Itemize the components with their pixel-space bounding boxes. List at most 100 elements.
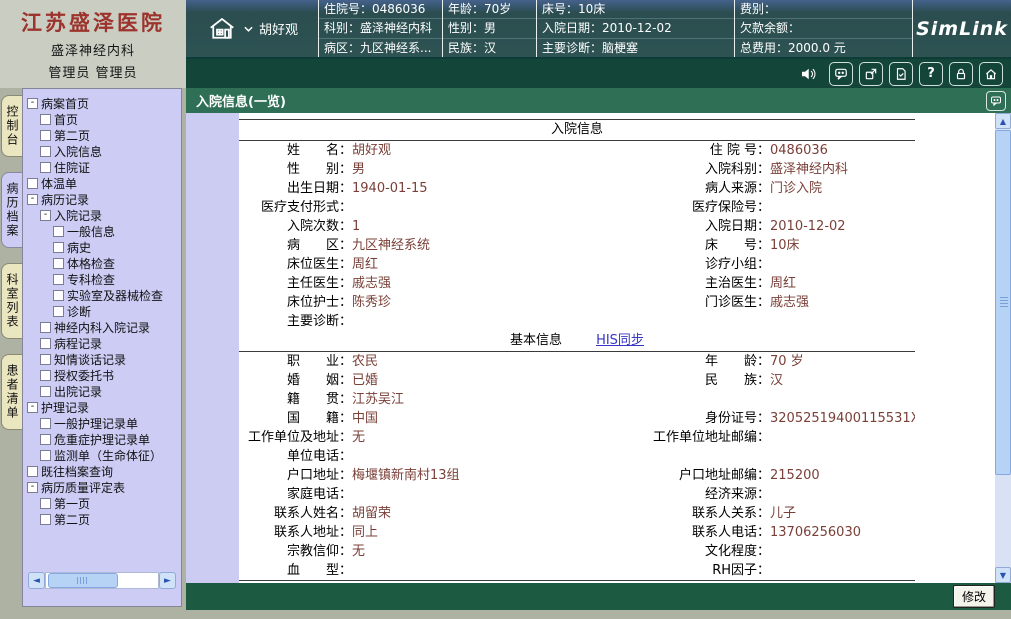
- tree-item[interactable]: -病案首页: [25, 95, 179, 111]
- tree-item[interactable]: -病历质量评定表: [25, 479, 179, 495]
- modify-button[interactable]: 修改: [953, 585, 995, 608]
- external-window-icon[interactable]: [859, 62, 883, 86]
- tree-item[interactable]: 首页: [25, 111, 179, 127]
- tree-item-label: 危重症护理记录单: [54, 431, 150, 448]
- checkbox-icon[interactable]: [40, 130, 51, 141]
- field-label: 诊疗小组：: [577, 255, 770, 274]
- form-cell-left: 工作单位及地址：无: [239, 428, 577, 447]
- checkbox-icon[interactable]: [40, 354, 51, 365]
- checkbox-icon[interactable]: [40, 114, 51, 125]
- chat-icon[interactable]: [829, 62, 853, 86]
- home-icon[interactable]: [979, 62, 1003, 86]
- sidebar-tab-3[interactable]: 科室列表: [1, 263, 22, 339]
- form-cell-right: [577, 390, 915, 409]
- tree-item[interactable]: 知情谈话记录: [25, 351, 179, 367]
- tree-item[interactable]: 体温单: [25, 175, 179, 191]
- patient-info-field: 住院号：0486036: [319, 0, 442, 18]
- checkbox-icon[interactable]: [53, 290, 64, 301]
- scroll-right-button[interactable]: ►: [159, 572, 176, 589]
- lock-icon[interactable]: [949, 62, 973, 86]
- help-icon[interactable]: ?: [919, 62, 943, 86]
- field-label: 宗教信仰：: [239, 542, 352, 561]
- checkbox-icon[interactable]: [40, 434, 51, 445]
- field-label: 入院日期：: [577, 217, 770, 236]
- form-cell-right: 联系人关系：儿子: [577, 504, 915, 523]
- tree-item[interactable]: 一般信息: [25, 223, 179, 239]
- tree-item[interactable]: -病历记录: [25, 191, 179, 207]
- tree-item[interactable]: 第一页: [25, 495, 179, 511]
- tree-item[interactable]: 第二页: [25, 511, 179, 527]
- tree-item[interactable]: 监测单（生命体征）: [25, 447, 179, 463]
- tree-item-label: 实验室及器械检查: [67, 287, 163, 304]
- checkbox-icon[interactable]: [27, 466, 38, 477]
- collapse-icon[interactable]: -: [27, 402, 38, 413]
- tree-item[interactable]: 第二页: [25, 127, 179, 143]
- scroll-up-button[interactable]: ▲: [995, 113, 1011, 129]
- tree-item[interactable]: 专科检查: [25, 271, 179, 287]
- tree-item[interactable]: 神经内科入院记录: [25, 319, 179, 335]
- field-label: 年 龄：: [577, 352, 770, 371]
- field-value: 门诊入院: [770, 179, 822, 198]
- checkbox-icon[interactable]: [40, 370, 51, 381]
- field-value: 1: [352, 217, 360, 236]
- scrollbar-track[interactable]: [45, 572, 159, 589]
- speaker-icon[interactable]: [797, 63, 819, 85]
- checkbox-icon[interactable]: [40, 162, 51, 173]
- checkbox-icon[interactable]: [53, 274, 64, 285]
- sidebar-tab-1[interactable]: 控制台: [1, 95, 22, 157]
- collapse-icon[interactable]: -: [40, 210, 51, 221]
- tree-item[interactable]: 体格检查: [25, 255, 179, 271]
- form-cell-left: 主任医生：戚志强: [239, 274, 577, 293]
- collapse-icon[interactable]: -: [27, 194, 38, 205]
- checkbox-icon[interactable]: [53, 226, 64, 237]
- sidebar-tab-4[interactable]: 患者清单: [1, 354, 22, 430]
- tree-item[interactable]: 既往档案查询: [25, 463, 179, 479]
- tree-item[interactable]: 一般护理记录单: [25, 415, 179, 431]
- checkbox-icon[interactable]: [27, 178, 38, 189]
- field-label: 单位电话：: [239, 447, 352, 466]
- checkbox-icon[interactable]: [40, 386, 51, 397]
- his-sync-link[interactable]: HIS同步: [596, 331, 644, 351]
- field-value: 农民: [352, 352, 378, 371]
- tree-item[interactable]: -护理记录: [25, 399, 179, 415]
- tree-item[interactable]: 出院记录: [25, 383, 179, 399]
- tree-item[interactable]: -入院记录: [25, 207, 179, 223]
- form-row: 血 型：RH因子：: [239, 561, 915, 580]
- scrollbar-thumb[interactable]: [48, 573, 118, 588]
- checkbox-icon[interactable]: [53, 258, 64, 269]
- home-menu-button[interactable]: 胡好观: [186, 0, 318, 57]
- tree-item[interactable]: 病程记录: [25, 335, 179, 351]
- checkbox-icon[interactable]: [40, 146, 51, 157]
- tree-item-label: 神经内科入院记录: [54, 319, 150, 336]
- form-row: 婚 姻：已婚民 族：汉: [239, 371, 915, 390]
- checkbox-icon[interactable]: [40, 514, 51, 525]
- checkbox-icon[interactable]: [53, 242, 64, 253]
- document-edit-icon[interactable]: [889, 62, 913, 86]
- form-cell-right: 文化程度：: [577, 542, 915, 561]
- tree-item[interactable]: 授权委托书: [25, 367, 179, 383]
- application-window: 江苏盛泽医院 盛泽神经内科 管理员 管理员 胡好观 住院号：0486036科别：…: [0, 0, 1011, 619]
- scroll-left-button[interactable]: ◄: [28, 572, 45, 589]
- checkbox-icon[interactable]: [40, 322, 51, 333]
- tree-item[interactable]: 诊断: [25, 303, 179, 319]
- checkbox-icon[interactable]: [40, 418, 51, 429]
- vertical-scrollbar-thumb[interactable]: [995, 130, 1011, 475]
- field-label: 性 别：: [239, 160, 352, 179]
- field-label: 户口地址邮编：: [577, 466, 770, 485]
- checkbox-icon[interactable]: [40, 498, 51, 509]
- scroll-down-button[interactable]: ▼: [995, 567, 1011, 583]
- checkbox-icon[interactable]: [40, 338, 51, 349]
- tree-item[interactable]: 病史: [25, 239, 179, 255]
- chat-icon[interactable]: [986, 91, 1006, 111]
- tree-item[interactable]: 入院信息: [25, 143, 179, 159]
- tree-item[interactable]: 实验室及器械检查: [25, 287, 179, 303]
- checkbox-icon[interactable]: [53, 306, 64, 317]
- tree-item[interactable]: 危重症护理记录单: [25, 431, 179, 447]
- collapse-icon[interactable]: -: [27, 98, 38, 109]
- tree-item[interactable]: 住院证: [25, 159, 179, 175]
- admission-info-form: 入院信息 姓 名：胡好观住 院 号：0486036性 别：男入院科别：盛泽神经内…: [239, 113, 995, 583]
- sidebar-tab-2[interactable]: 病历档案: [1, 172, 22, 248]
- form-cell-left: 国 籍：中国: [239, 409, 577, 428]
- collapse-icon[interactable]: -: [27, 482, 38, 493]
- checkbox-icon[interactable]: [40, 450, 51, 461]
